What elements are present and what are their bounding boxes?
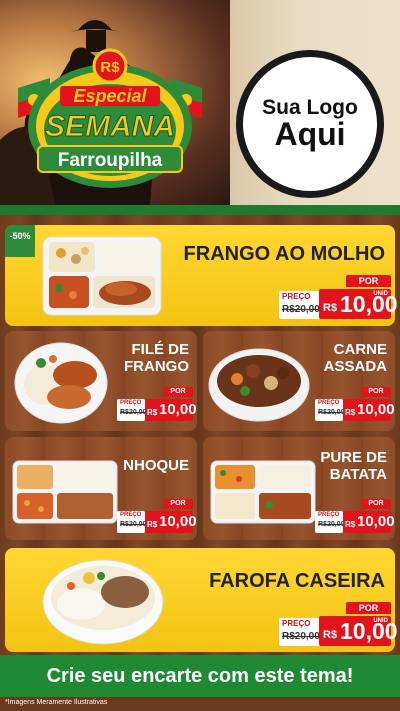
food-image-farofa-caseira [42,559,164,645]
product-title-line2: FRANGO [124,358,189,376]
currency-symbol: R$ [345,520,356,529]
product-title-line2: ASSADA [323,358,387,376]
price-tag: POR PREÇO R$20,00 R$ 10,00 UNID [279,602,398,646]
product-title-line1: CARNE [333,341,387,358]
preco-label: PREÇO [120,512,142,518]
seal-line2: SEMANA [45,110,175,143]
unit-label: UNID [373,291,388,297]
current-price: 10,00 [159,513,197,530]
old-price: R$20,00 [120,521,147,528]
currency-symbol: R$ [323,629,338,641]
product-card-carne-assada[interactable]: CARNE ASSADA POR PREÇO R$20,00 R$ 10,00 [203,331,395,431]
seal-line3: Farroupilha [58,150,163,171]
preco-label: PREÇO [282,292,311,301]
product-card-pure-de-batata[interactable]: PURE DE BATATA POR PREÇO R$20,00 R$ 10,0… [203,437,395,540]
price-tag: POR PREÇO R$20,00 R$ 10,00 [117,387,197,421]
product-title-line1: NHOQUE [123,457,189,474]
por-label: POR [163,387,193,397]
por-label: POR [361,499,391,509]
current-price: 10,00 [340,618,398,644]
product-title-line1: FILÉ DE [131,341,189,358]
por-label: POR [361,387,391,397]
logo-line2: Aqui [274,115,346,152]
product-card-nhoque[interactable]: NHOQUE POR PREÇO R$20,00 R$ 10,00 [5,437,197,540]
current-price: 10,00 [357,401,395,418]
old-price: R$20,00 [318,409,345,416]
price-tag: POR PREÇO R$20,00 R$ 10,00 [315,387,395,421]
currency-symbol: R$ [147,520,158,529]
product-title: FRANGO AO MOLHO [183,243,385,265]
discount-badge: -50% [5,225,35,257]
product-card-file-de-frango[interactable]: FILÉ DE FRANGO POR PREÇO R$20,00 R$ 10,0… [5,331,197,431]
food-image-file-de-frango [14,342,108,424]
currency-symbol: R$ [147,408,158,417]
unit-label: UNID [373,618,388,624]
product-title-line2: BATATA [329,466,387,484]
food-image-nhoque [12,460,118,524]
food-image-pure-de-batata [210,460,316,524]
current-price: 10,00 [159,401,197,418]
currency-symbol: R$ [345,408,356,417]
product-card-farofa-caseira[interactable]: FAROFA CASEIRA POR PREÇO R$20,00 R$ 10,0… [5,548,398,652]
por-label: POR [163,499,193,509]
currency-symbol: R$ [323,302,338,314]
current-price: 10,00 [357,513,395,530]
current-price: 10,00 [340,291,398,317]
seal-line1: Especial [73,86,147,106]
seal-currency: R$ [100,59,120,76]
cta-banner[interactable]: Crie seu encarte com este tema! [0,655,400,697]
product-title-line1: PURE DE [320,449,387,466]
old-price: R$20,00 [120,409,147,416]
old-price: R$20,00 [282,304,320,315]
footnote-disclaimer: *Imagens Meramente Ilustrativas [5,699,108,706]
preco-label: PREÇO [120,400,142,406]
food-image-frango-ao-molho [42,236,162,316]
logo-line1: Sua Logo [262,95,358,119]
product-title: FAROFA CASEIRA [209,570,385,592]
preco-label: PREÇO [282,619,311,628]
old-price: R$20,00 [318,521,345,528]
green-divider [0,205,400,215]
logo-placeholder: Sua Logo Aqui [236,50,384,198]
price-tag: POR PREÇO R$20,00 R$ 10,00 [315,499,395,533]
preco-label: PREÇO [318,512,340,518]
por-label: POR [346,602,391,614]
food-image-carne-assada [208,348,310,422]
product-card-frango-ao-molho[interactable]: -50% FRANGO AO MOLHO POR PREÇO R$20,00 R… [5,225,398,326]
semana-farroupilha-seal: R$ Especial SEMANA Farroupilha [18,48,202,188]
header-banner: R$ Especial SEMANA Farroupilha Sua Logo … [0,0,400,205]
price-tag: POR PREÇO R$20,00 R$ 10,00 UNID [279,275,398,319]
price-tag: POR PREÇO R$20,00 R$ 10,00 [117,499,197,533]
old-price: R$20,00 [282,631,320,642]
por-label: POR [346,275,391,287]
preco-label: PREÇO [318,400,340,406]
